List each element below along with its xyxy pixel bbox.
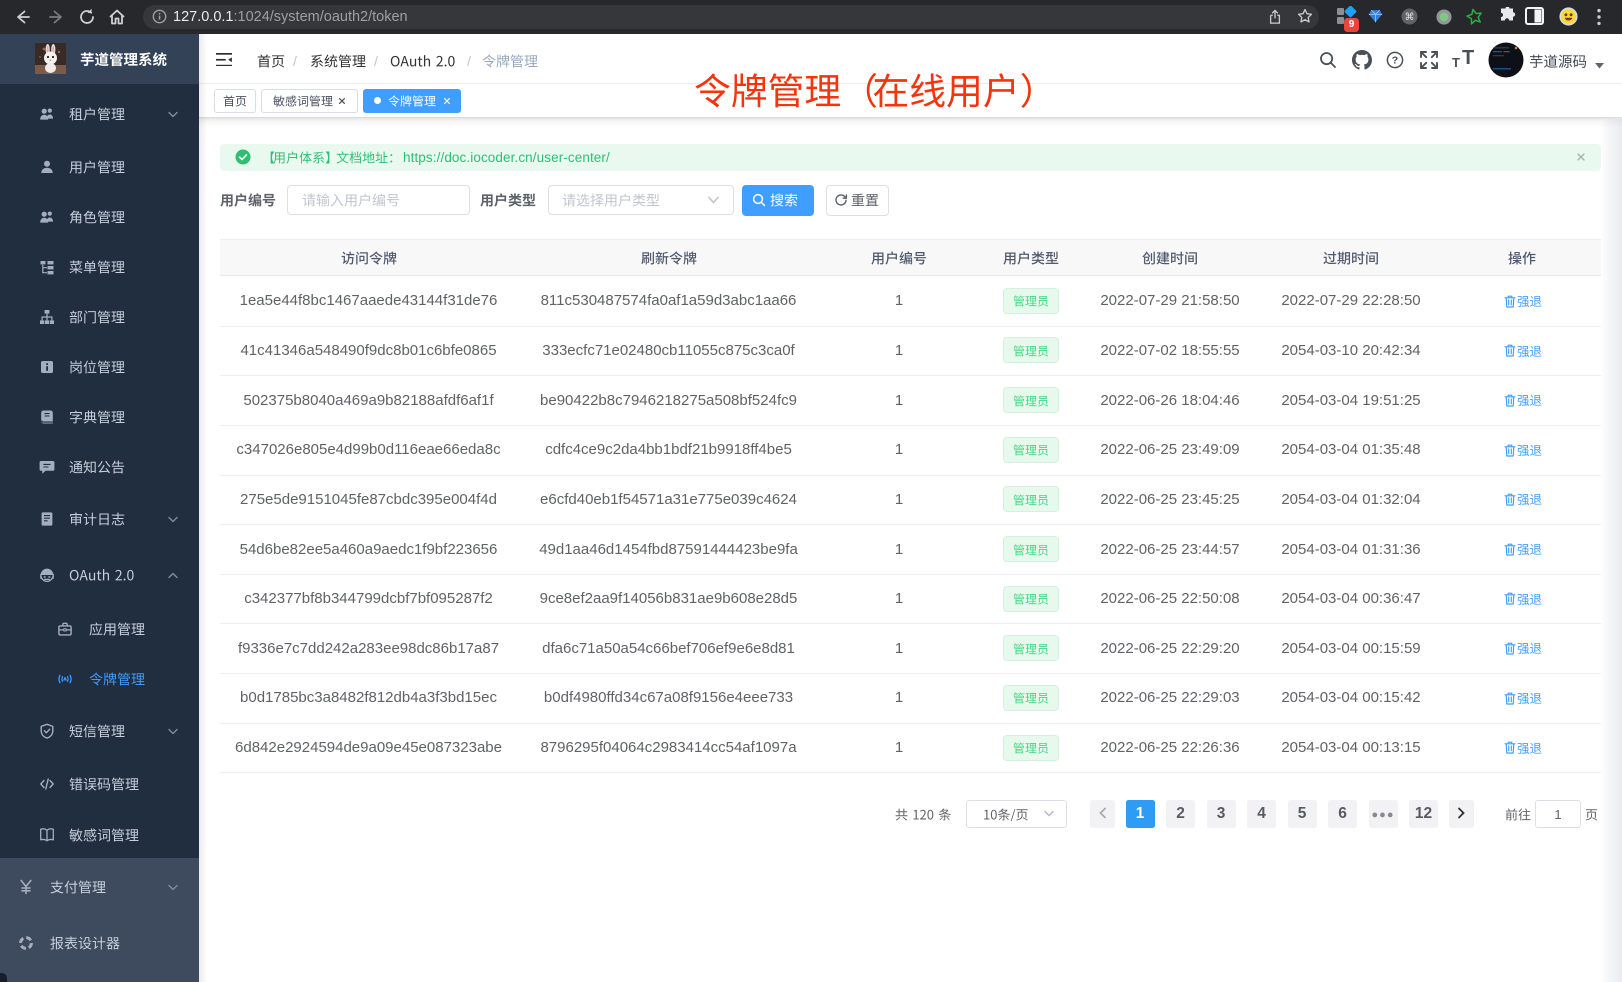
svg-text:?: ?	[1392, 55, 1398, 67]
svg-text:⌘: ⌘	[1405, 12, 1415, 23]
